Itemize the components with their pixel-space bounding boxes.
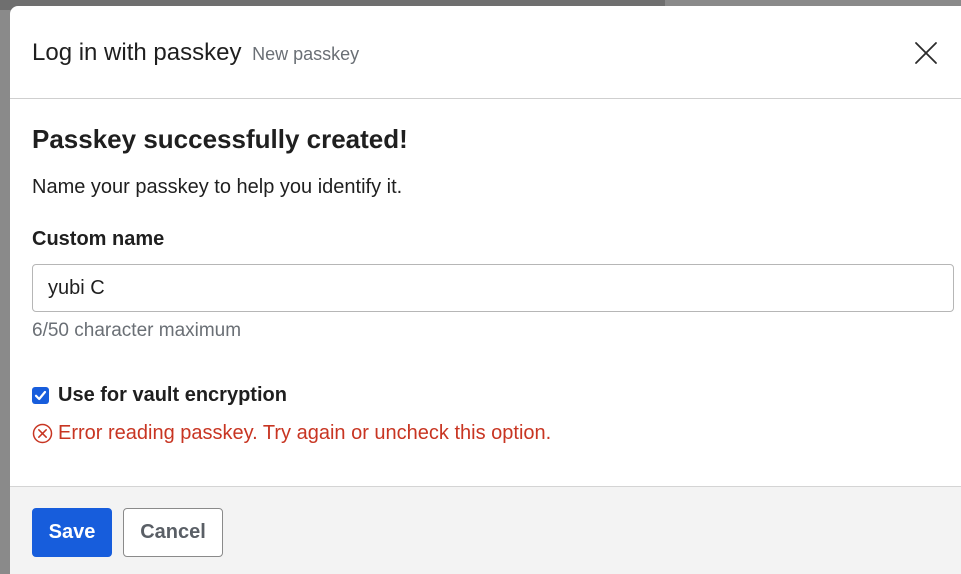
passkey-dialog: Log in with passkey New passkey Passkey …	[10, 6, 961, 574]
dialog-footer: Save Cancel	[10, 486, 961, 574]
vault-encryption-checkbox[interactable]	[32, 386, 49, 404]
close-button[interactable]	[913, 40, 939, 66]
vault-encryption-label[interactable]: Use for vault encryption	[58, 384, 287, 407]
cancel-button[interactable]: Cancel	[123, 508, 223, 557]
character-count-hint: 6/50 character maximum	[32, 320, 242, 341]
help-text: Name your passkey to help you identify i…	[32, 176, 403, 198]
error-circle-icon	[32, 423, 53, 443]
vault-encryption-row: Use for vault encryption	[32, 382, 287, 408]
error-text: Error reading passkey. Try again or unch…	[58, 421, 552, 444]
error-message: Error reading passkey. Try again or unch…	[32, 420, 551, 446]
custom-name-label: Custom name	[32, 228, 165, 250]
close-icon	[915, 42, 937, 64]
dialog-title-text: Log in with passkey	[32, 39, 242, 66]
dialog-header: Log in with passkey New passkey	[10, 6, 961, 99]
success-heading: Passkey successfully created!	[32, 124, 408, 154]
dialog-title: Log in with passkey New passkey	[32, 39, 359, 67]
save-button[interactable]: Save	[32, 508, 112, 557]
custom-name-input[interactable]	[32, 264, 954, 312]
dialog-subtitle: New passkey	[252, 44, 360, 64]
checkmark-icon	[34, 390, 47, 400]
dialog-body: Passkey successfully created! Name your …	[10, 100, 961, 486]
